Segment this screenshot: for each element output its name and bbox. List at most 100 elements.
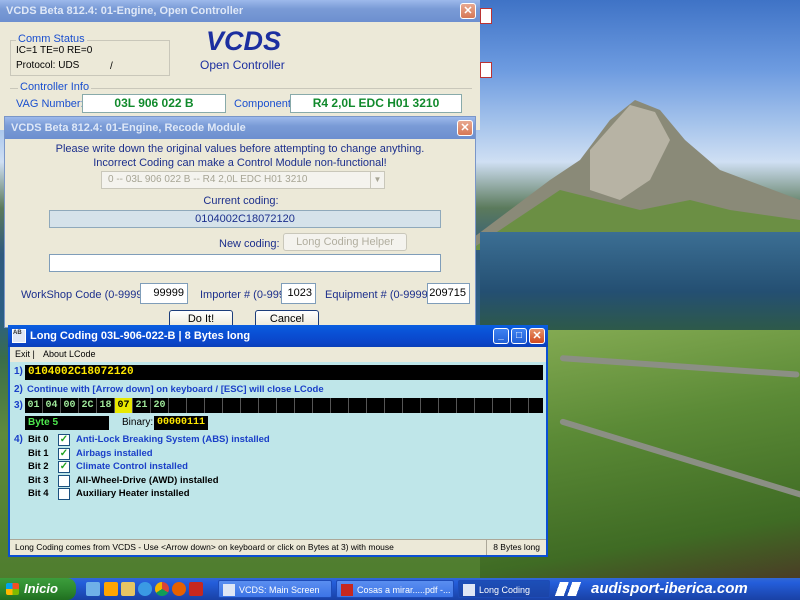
byte-cell[interactable]: 07 [115, 398, 133, 413]
current-coding-field: 0104002C18072120 [49, 210, 441, 228]
bit-description: All-Wheel-Drive (AWD) installed [76, 474, 219, 486]
byte-cell-empty[interactable] [385, 398, 403, 413]
byte-cell[interactable]: 04 [43, 398, 61, 413]
folder-icon[interactable] [121, 582, 135, 596]
status-bytes: 8 Bytes long [486, 540, 540, 555]
menu-exit[interactable]: Exit | [15, 347, 35, 362]
byte-cell-empty[interactable] [169, 398, 187, 413]
firefox-icon[interactable] [172, 582, 186, 596]
close-icon[interactable]: ✕ [460, 3, 476, 19]
task-label: Long Coding [479, 585, 531, 595]
byte-cell-empty[interactable] [295, 398, 313, 413]
acrobat-icon[interactable] [189, 582, 203, 596]
byte-cell-empty[interactable] [349, 398, 367, 413]
byte-cell[interactable]: 21 [133, 398, 151, 413]
byte-cell-empty[interactable] [241, 398, 259, 413]
bit-row: Bit 3 All-Wheel-Drive (AWD) installed [28, 474, 528, 489]
byte-cell[interactable]: 20 [151, 398, 169, 413]
module-select[interactable]: 0 -- 03L 906 022 B -- R4 2,0L EDC H01 32… [101, 171, 385, 189]
bit-row: Bit 4 Auxiliary Heater installed [28, 488, 528, 502]
byte-cell[interactable]: 18 [97, 398, 115, 413]
maximize-icon[interactable]: □ [511, 328, 527, 344]
main-title-bar[interactable]: VCDS Beta 812.4: 01-Engine, Open Control… [0, 0, 480, 22]
equipment-label: Equipment # (0-99999): [325, 289, 441, 301]
bit-checkbox[interactable]: ✓ [58, 461, 70, 473]
byte-cell[interactable]: 00 [61, 398, 79, 413]
lcode-window-title: Long Coding 03L-906-022-B | 8 Bytes long [30, 330, 251, 342]
byte-strip[interactable]: 01 04 00 2C 18 07 21 20 [25, 398, 543, 413]
main-window-title: VCDS Beta 812.4: 01-Engine, Open Control… [6, 5, 244, 17]
byte-cell-empty[interactable] [205, 398, 223, 413]
controller-info-label: Controller Info [18, 81, 92, 93]
byte-cell-empty[interactable] [223, 398, 241, 413]
warning-line-2: Incorrect Coding can make a Control Modu… [93, 157, 387, 169]
media-icon[interactable] [104, 582, 118, 596]
pdf-file-icon[interactable] [480, 62, 492, 78]
vcds-logo: VCDS [206, 26, 282, 56]
bit-row: Bit 2 ✓ Climate Control installed [28, 461, 528, 475]
byte-cell[interactable]: 2C [79, 398, 97, 413]
start-button[interactable]: Inicio [0, 578, 76, 600]
pdf-file-icon[interactable] [480, 8, 492, 24]
task-vcds-main[interactable]: VCDS: Main Screen [218, 580, 332, 598]
byte-cell-empty[interactable] [367, 398, 385, 413]
step-1-number: 1) [14, 366, 23, 377]
chrome-icon[interactable] [155, 582, 169, 596]
byte-cell-empty[interactable] [187, 398, 205, 413]
step-2-instructions: Continue with [Arrow down] on keyboard /… [27, 384, 324, 395]
vag-number-field: 03L 906 022 B [82, 94, 226, 113]
lcode-menu-bar: Exit | About LCode [10, 347, 546, 362]
protocol-slash: / [110, 61, 113, 72]
protocol-label: Protocol: UDS [16, 60, 80, 71]
byte-cell-empty[interactable] [511, 398, 529, 413]
byte-cell-empty[interactable] [475, 398, 493, 413]
minimize-icon[interactable]: _ [493, 328, 509, 344]
windows-logo-icon [6, 583, 19, 595]
module-select-value: 0 -- 03L 906 022 B -- R4 2,0L EDC H01 32… [108, 174, 308, 185]
workshop-code-input[interactable]: 99999 [140, 283, 188, 304]
task-pdf[interactable]: Cosas a mirar.....pdf -... [336, 580, 454, 598]
bit-checkbox[interactable] [58, 474, 70, 487]
component-label: Component: [234, 98, 294, 110]
watermark-text: audisport-iberica.com [591, 580, 748, 597]
bit-checkbox[interactable] [58, 488, 70, 500]
byte-cell-empty[interactable] [331, 398, 349, 413]
byte-cell-empty[interactable] [529, 398, 543, 413]
app-icon: AB [12, 329, 26, 343]
equipment-input[interactable]: 209715 [427, 283, 470, 304]
byte-cell-empty[interactable] [259, 398, 277, 413]
pdf-icon [341, 584, 353, 596]
byte-cell-empty[interactable] [313, 398, 331, 413]
ie-icon[interactable] [138, 582, 152, 596]
vag-number-label: VAG Number: [16, 98, 84, 110]
byte-cell-empty[interactable] [493, 398, 511, 413]
bit-checkbox[interactable]: ✓ [58, 434, 70, 446]
new-coding-input[interactable] [49, 254, 441, 272]
close-icon[interactable]: ✕ [529, 328, 545, 344]
task-long-coding[interactable]: Long Coding [458, 580, 550, 598]
byte-cell-empty[interactable] [421, 398, 439, 413]
byte-label: Byte 5 [25, 416, 109, 430]
close-icon[interactable]: ✕ [457, 120, 473, 136]
recode-title-bar[interactable]: VCDS Beta 812.4: 01-Engine, Recode Modul… [5, 117, 475, 139]
taskbar: Inicio VCDS: Main Screen Cosas a mirar..… [0, 578, 800, 600]
menu-about-lcode[interactable]: About LCode [43, 347, 96, 362]
vcds-main-window: VCDS Beta 812.4: 01-Engine, Open Control… [0, 0, 480, 130]
byte-cell-empty[interactable] [439, 398, 457, 413]
chevron-down-icon[interactable]: ▼ [370, 172, 384, 188]
byte-cell[interactable]: 01 [25, 398, 43, 413]
bit-checkbox[interactable]: ✓ [58, 447, 70, 460]
workshop-code-label: WorkShop Code (0-99999): [21, 289, 156, 301]
byte-cell-empty[interactable] [457, 398, 475, 413]
long-coding-helper-button[interactable]: Long Coding Helper [283, 233, 407, 251]
desktop-icon[interactable] [86, 582, 100, 596]
bit-description: Anti-Lock Breaking System (ABS) installe… [76, 434, 270, 445]
vcds-icon [223, 584, 235, 596]
comm-status-label: Comm Status [16, 33, 87, 45]
importer-input[interactable]: 1023 [281, 283, 316, 304]
start-label: Inicio [24, 581, 58, 596]
lcode-title-bar[interactable]: AB Long Coding 03L-906-022-B | 8 Bytes l… [8, 325, 548, 347]
byte-cell-empty[interactable] [277, 398, 295, 413]
byte-cell-empty[interactable] [403, 398, 421, 413]
new-coding-label: New coding: [219, 238, 280, 250]
